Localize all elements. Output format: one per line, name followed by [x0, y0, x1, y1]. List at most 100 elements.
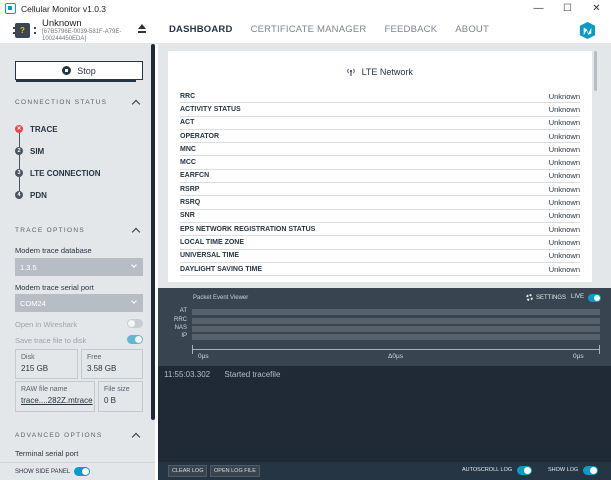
row-key: ACTIVITY STATUS — [180, 105, 241, 113]
row-key: DAYLIGHT SAVING TIME — [180, 265, 263, 273]
free-info: Free 3.58 GB — [81, 349, 143, 379]
tab-dashboard[interactable]: DASHBOARD — [169, 24, 233, 35]
step-number: 4 — [15, 191, 23, 199]
row-key: MCC — [180, 159, 196, 167]
settings-button[interactable]: SETTINGS — [526, 294, 566, 301]
chevron-up-icon[interactable] — [131, 99, 141, 109]
step-lte-connection: 3 LTE CONNECTION — [15, 162, 101, 191]
lte-table: RRC Unknown ACTIVITY STATUS Unknown ACT Unk… — [180, 90, 580, 277]
log-timestamp: 11:55:03.302 — [164, 370, 211, 379]
trace-database-select[interactable]: 1.3.5 — [15, 258, 143, 276]
disk-value: 215 GB — [21, 364, 49, 373]
close-button[interactable]: ✕ — [582, 0, 611, 17]
sidebar-scrollbar[interactable] — [151, 44, 155, 420]
packet-viewer-title: Packet Event Viewer — [193, 295, 249, 301]
lane-label-nas: NAS — [174, 325, 187, 331]
row-value: Unknown — [548, 144, 580, 154]
row-key: RSRQ — [180, 199, 201, 207]
device-serial: [67B5796E-0039-581F-A79E-100244450EDA] — [42, 29, 122, 42]
open-wireshark-toggle[interactable] — [127, 319, 143, 328]
dashboard-scrollbar[interactable] — [594, 51, 597, 91]
maximize-button[interactable]: ☐ — [553, 0, 582, 17]
live-toggle[interactable] — [588, 294, 601, 302]
window-controls: — ☐ ✕ — [524, 0, 611, 17]
row-value: Unknown — [548, 104, 580, 114]
side-panel: Stop CONNECTION STATUS ✕ TRACE 2 SIM 3 L… — [0, 44, 155, 462]
lane-ip[interactable] — [192, 334, 600, 340]
axis-mid-label: Δ0µs — [388, 353, 403, 360]
row-key: LOCAL TIME ZONE — [180, 238, 245, 246]
serial-port-select[interactable]: COM24 — [15, 294, 143, 312]
row-key: EARFCN — [180, 172, 210, 180]
save-trace-toggle[interactable] — [127, 335, 143, 344]
row-value: Unknown — [548, 171, 580, 181]
file-size-info: File size 0 B — [98, 381, 143, 412]
autoscroll-log-toggle[interactable] — [517, 466, 532, 475]
row-value: Unknown — [548, 251, 580, 261]
step-label: LTE CONNECTION — [30, 168, 101, 178]
raw-file-link[interactable]: trace....282Z.mtrace — [21, 396, 93, 405]
row-value: Unknown — [548, 118, 580, 128]
lane-nas[interactable] — [192, 326, 600, 332]
trace-database-label: Modem trace database — [15, 246, 92, 255]
step-sim: 2 SIM — [15, 140, 101, 169]
app-logo-icon — [5, 3, 16, 14]
tab-certificate-manager[interactable]: CERTIFICATE MANAGER — [251, 24, 367, 35]
terminal-port-label: Terminal serial port — [15, 449, 79, 458]
table-row: SNR Unknown — [180, 210, 580, 223]
raw-file-label: RAW file name — [21, 386, 68, 393]
log-message: Started tracefile — [224, 370, 281, 379]
chip-icon[interactable]: ? — [13, 23, 36, 38]
row-key: EPS NETWORK REGISTRATION STATUS — [180, 225, 316, 233]
lane-label-ip: IP — [181, 333, 187, 339]
open-log-file-button[interactable]: OPEN LOG FILE — [210, 465, 260, 477]
table-row: EPS NETWORK REGISTRATION STATUS Unknown — [180, 223, 580, 237]
show-side-panel-toggle[interactable] — [74, 467, 90, 476]
device-name[interactable]: Unknown — [42, 18, 82, 29]
row-key: RSRP — [180, 185, 200, 193]
chevron-up-icon[interactable] — [131, 432, 141, 442]
lane-label-rrc: RRC — [174, 317, 187, 323]
trace-options-title: TRACE OPTIONS — [15, 227, 85, 234]
row-value: Unknown — [548, 224, 580, 234]
log-viewer: 11:55:03.302 Started tracefile — [158, 366, 611, 462]
axis-start-label: 0µs — [198, 353, 209, 360]
log-footer: CLEAR LOG OPEN LOG FILE AUTOSCROLL LOG S… — [158, 462, 611, 480]
row-key: RRC — [180, 92, 196, 100]
autoscroll-log-label: AUTOSCROLL LOG — [462, 467, 513, 473]
table-row: MNC Unknown — [180, 143, 580, 157]
lane-rrc[interactable] — [192, 318, 600, 324]
minimize-button[interactable]: — — [524, 0, 553, 17]
axis-end-label: 0µs — [573, 353, 584, 360]
connection-status-title: CONNECTION STATUS — [15, 99, 108, 106]
lte-network-title: LTE Network — [168, 67, 592, 77]
show-log-label: SHOW LOG — [548, 467, 579, 473]
window-title: Cellular Monitor v1.0.3 — [21, 3, 107, 14]
table-row: MCC Unknown — [180, 156, 580, 170]
step-label: PDN — [30, 190, 47, 200]
stop-button[interactable]: Stop — [15, 61, 143, 82]
lte-network-title-text: LTE Network — [361, 67, 413, 77]
table-row: OPERATOR Unknown — [180, 130, 580, 144]
tab-feedback[interactable]: FEEDBACK — [384, 24, 437, 35]
chevron-down-icon — [131, 298, 137, 304]
table-row: ACTIVITY STATUS Unknown — [180, 103, 580, 117]
row-key: SNR — [180, 212, 195, 220]
row-value: Unknown — [548, 91, 580, 101]
connection-steps: ✕ TRACE 2 SIM 3 LTE CONNECTION 4 PDN — [15, 118, 101, 206]
lane-at[interactable] — [192, 309, 600, 315]
save-trace-row: Save trace file to disk — [15, 334, 143, 346]
eject-icon[interactable] — [137, 24, 147, 34]
clear-log-button[interactable]: CLEAR LOG — [168, 465, 208, 477]
step-number: 3 — [15, 169, 23, 177]
step-pdn: 4 PDN — [15, 184, 101, 206]
free-label: Free — [87, 354, 102, 361]
step-trace: ✕ TRACE — [15, 118, 101, 147]
row-value: Unknown — [548, 158, 580, 168]
tab-about[interactable]: ABOUT — [455, 24, 489, 35]
row-value: Unknown — [548, 198, 580, 208]
table-row: RRC Unknown — [180, 90, 580, 104]
chevron-up-icon[interactable] — [131, 227, 141, 237]
show-log-toggle[interactable] — [583, 466, 598, 475]
table-row: LOCAL TIME ZONE Unknown — [180, 236, 580, 250]
